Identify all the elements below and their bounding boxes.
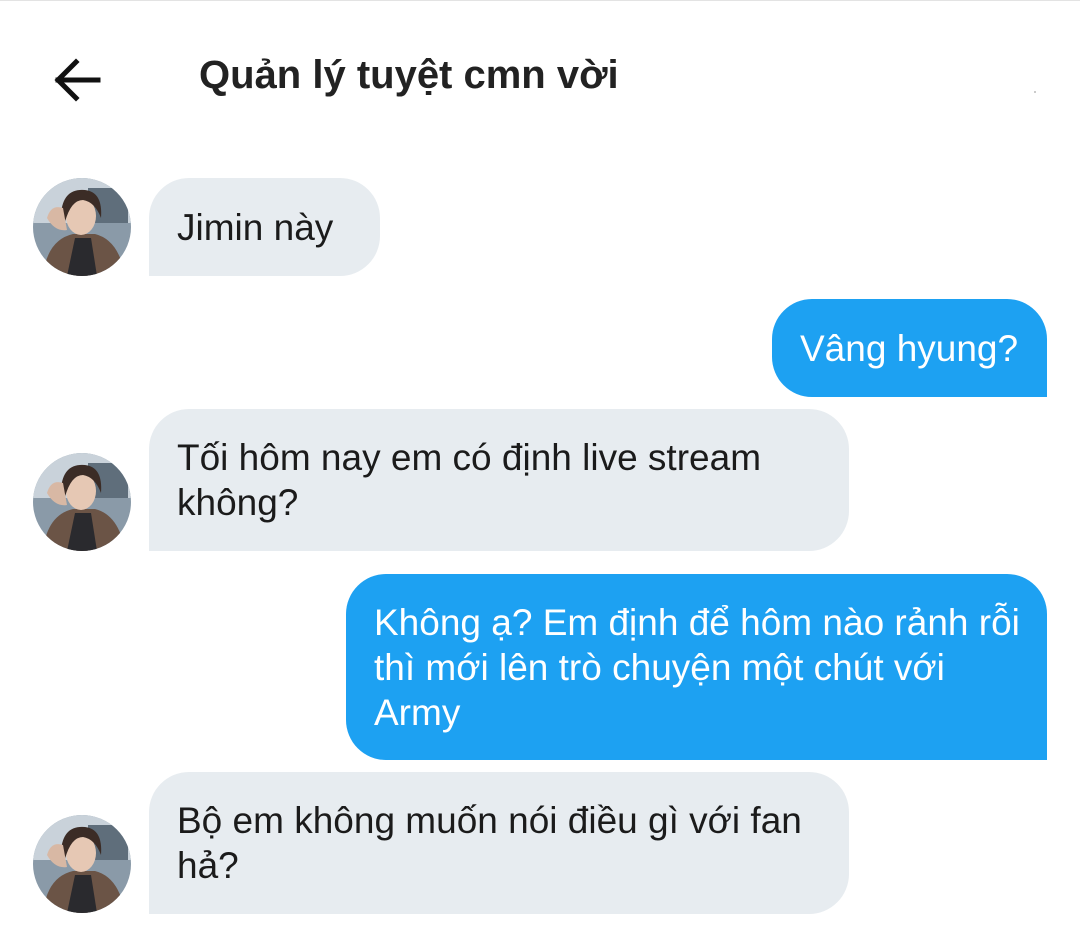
- avatar[interactable]: [33, 453, 131, 551]
- message-bubble-incoming[interactable]: Tối hôm nay em có định live stream không…: [149, 409, 849, 551]
- chat-screen: Quản lý tuyệt cmn vời Jimin này Vâng hyu…: [0, 0, 1080, 926]
- chat-header: Quản lý tuyệt cmn vời: [0, 1, 1080, 151]
- message-bubble-incoming[interactable]: Bộ em không muốn nói điều gì với fan hả?: [149, 772, 849, 914]
- message-text: Bộ em không muốn nói điều gì với fan hả?: [177, 800, 802, 886]
- message-text: Vâng hyung?: [800, 327, 1019, 369]
- back-button[interactable]: [44, 47, 110, 113]
- avatar[interactable]: [33, 815, 131, 913]
- message-bubble-incoming[interactable]: Jimin này: [149, 178, 380, 276]
- message-bubble-outgoing[interactable]: Không ạ? Em định để hôm nào rảnh rỗi thì…: [346, 574, 1047, 760]
- arrow-left-icon: [54, 58, 101, 102]
- message-text: Không ạ? Em định để hôm nào rảnh rỗi thì…: [374, 601, 1020, 733]
- message-text: Tối hôm nay em có định live stream không…: [177, 437, 762, 523]
- header-dot: [1034, 91, 1036, 93]
- message-text: Jimin này: [177, 206, 334, 248]
- avatar[interactable]: [33, 178, 131, 276]
- conversation-title: Quản lý tuyệt cmn vời: [199, 53, 619, 97]
- message-bubble-outgoing[interactable]: Vâng hyung?: [772, 299, 1047, 397]
